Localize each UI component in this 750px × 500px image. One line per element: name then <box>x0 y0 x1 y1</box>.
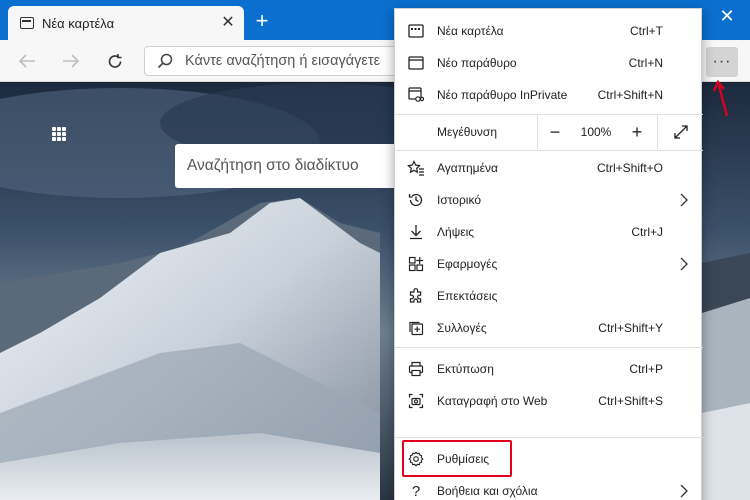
minus-icon: − <box>549 121 561 142</box>
menu-separator <box>395 437 703 438</box>
address-placeholder: Κάντε αναζήτηση ή εισαγάγετε <box>185 53 381 69</box>
settings-highlight-box <box>402 440 512 477</box>
help-icon: ? <box>411 482 421 500</box>
menu-item-label: Ιστορικό <box>437 193 482 207</box>
tab-close-icon[interactable]: ✕ <box>220 15 236 31</box>
back-arrow-icon <box>18 54 35 68</box>
menu-separator <box>395 347 703 348</box>
apps-launcher-icon[interactable] <box>52 127 66 141</box>
window-close-icon[interactable]: ✕ <box>704 0 750 32</box>
menu-item-apps[interactable]: Εφαρμογές <box>395 248 703 280</box>
zoom-out-button[interactable]: − <box>537 115 573 149</box>
forward-arrow-icon <box>63 54 80 68</box>
menu-item-print[interactable]: Εκτύπωση Ctrl+P <box>395 353 703 385</box>
web-search-box[interactable]: Αναζήτηση στο διαδίκτυο <box>175 144 400 188</box>
menu-item-label: Καταγραφή στο Web <box>437 394 548 408</box>
refresh-button[interactable] <box>102 48 128 74</box>
settings-menu: Νέα καρτέλα Ctrl+T Νέο παράθυρο Ctrl+N Ν… <box>394 8 703 500</box>
menu-item-zoom: Μεγέθυνση − 100% + <box>395 115 703 149</box>
menu-item-new-tab[interactable]: Νέα καρτέλα Ctrl+T <box>395 15 703 47</box>
search-icon <box>157 53 173 69</box>
menu-item-label: Νέα καρτέλα <box>437 24 504 38</box>
menu-item-history[interactable]: Ιστορικό <box>395 184 703 216</box>
chevron-right-icon <box>680 257 688 271</box>
chevron-right-icon <box>680 484 688 498</box>
menu-item-extensions[interactable]: Επεκτάσεις <box>395 280 703 312</box>
new-tab-icon <box>407 22 425 40</box>
tab-new-tab[interactable]: Νέα καρτέλα ✕ <box>8 6 244 40</box>
history-icon <box>407 191 425 209</box>
menu-item-shortcut: Ctrl+P <box>629 362 663 376</box>
web-capture-icon <box>407 392 425 410</box>
forward-button[interactable] <box>58 48 84 74</box>
menu-item-help-feedback[interactable]: ? Βοήθεια και σχόλια <box>395 475 703 500</box>
print-icon <box>407 360 425 378</box>
menu-item-label: Εφαρμογές <box>437 257 498 271</box>
apps-icon <box>407 255 425 273</box>
menu-item-label: Εκτύπωση <box>437 362 494 376</box>
refresh-icon <box>108 54 122 68</box>
menu-item-label: Νέο παράθυρο InPrivate <box>437 88 568 102</box>
zoom-in-button[interactable]: + <box>619 115 655 149</box>
plus-icon: + <box>631 121 643 142</box>
ellipsis-icon: ··· <box>712 53 732 70</box>
favorites-icon <box>407 159 425 177</box>
zoom-value: 100% <box>580 125 612 139</box>
menu-item-label: Νέο παράθυρο <box>437 56 517 70</box>
menu-item-new-inprivate-window[interactable]: Νέο παράθυρο InPrivate Ctrl+Shift+N <box>395 79 703 111</box>
zoom-divider <box>657 115 658 149</box>
inprivate-icon <box>407 86 425 104</box>
zoom-controls: − 100% + <box>537 115 655 149</box>
downloads-icon <box>407 223 425 241</box>
chevron-right-icon <box>680 193 688 207</box>
menu-item-shortcut: Ctrl+Shift+N <box>597 88 663 102</box>
menu-item-downloads[interactable]: Λήψεις Ctrl+J <box>395 216 703 248</box>
new-tab-button[interactable]: + <box>252 10 272 32</box>
menu-item-shortcut: Ctrl+T <box>630 24 663 38</box>
menu-item-collections[interactable]: Συλλογές Ctrl+Shift+Y <box>395 312 703 344</box>
back-button[interactable] <box>14 48 40 74</box>
menu-item-shortcut: Ctrl+Shift+Y <box>598 321 663 335</box>
fullscreen-icon <box>674 125 688 139</box>
fullscreen-button[interactable] <box>663 115 699 149</box>
address-bar[interactable]: Κάντε αναζήτηση ή εισαγάγετε <box>144 46 404 76</box>
menu-item-label: Συλλογές <box>437 321 487 335</box>
red-arrow-annotation <box>712 80 729 117</box>
menu-item-shortcut: Ctrl+J <box>631 225 663 239</box>
extensions-icon <box>407 287 425 305</box>
web-search-placeholder: Αναζήτηση στο διαδίκτυο <box>187 157 359 174</box>
new-window-icon <box>407 54 425 72</box>
tab-title: Νέα καρτέλα <box>42 15 115 31</box>
new-tab-page-icon <box>20 17 34 29</box>
menu-separator <box>395 150 703 151</box>
menu-item-new-window[interactable]: Νέο παράθυρο Ctrl+N <box>395 47 703 79</box>
menu-item-shortcut: Ctrl+Shift+S <box>598 394 663 408</box>
menu-item-label: Επεκτάσεις <box>437 289 498 303</box>
menu-item-favorites[interactable]: Αγαπημένα Ctrl+Shift+O <box>395 152 703 184</box>
menu-item-label: Βοήθεια και σχόλια <box>437 484 538 498</box>
menu-item-label: Αγαπημένα <box>437 161 498 175</box>
menu-item-web-capture[interactable]: Καταγραφή στο Web Ctrl+Shift+S <box>395 385 703 417</box>
menu-item-shortcut: Ctrl+Shift+O <box>596 161 663 175</box>
collections-icon <box>407 319 425 337</box>
settings-and-more-button[interactable]: ··· <box>706 47 738 77</box>
menu-item-label: Λήψεις <box>437 225 475 239</box>
menu-item-shortcut: Ctrl+N <box>628 56 663 70</box>
zoom-label: Μεγέθυνση <box>437 125 498 139</box>
